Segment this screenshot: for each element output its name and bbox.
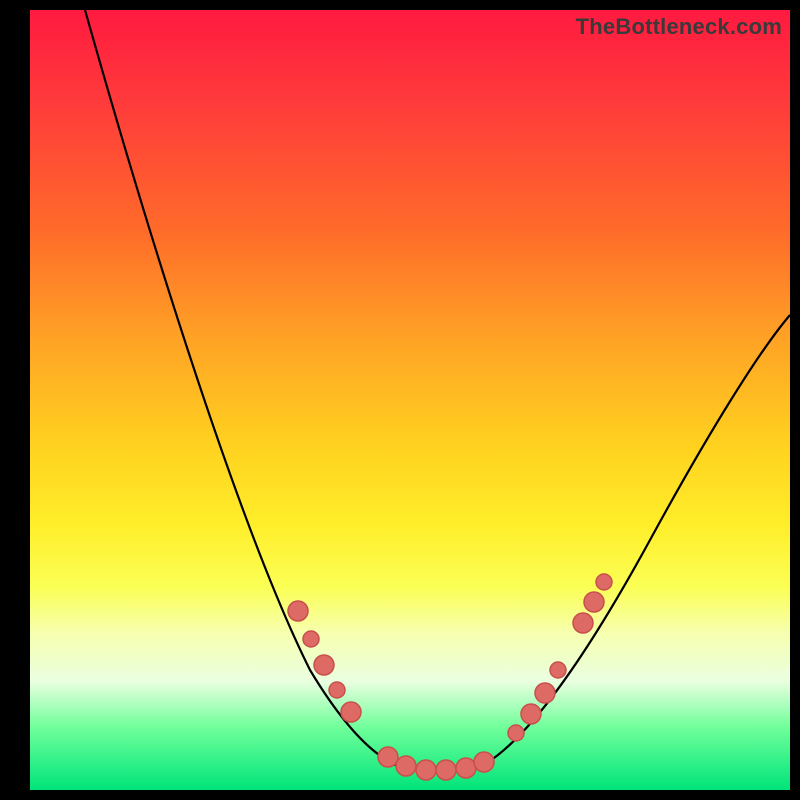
marker-dot — [573, 613, 593, 633]
marker-dot — [596, 574, 612, 590]
curve-left-curve — [85, 10, 400, 767]
marker-dot — [584, 592, 604, 612]
curve-group — [85, 10, 790, 771]
marker-dot — [329, 682, 345, 698]
marker-dot — [303, 631, 319, 647]
curves-svg — [30, 10, 790, 790]
marker-dot — [341, 702, 361, 722]
marker-dot — [508, 725, 524, 741]
marker-dot — [396, 756, 416, 776]
marker-group — [288, 574, 612, 780]
marker-dot — [535, 683, 555, 703]
marker-dot — [288, 601, 308, 621]
plot-area: TheBottleneck.com — [30, 10, 790, 790]
marker-dot — [550, 662, 566, 678]
marker-dot — [416, 760, 436, 780]
chart-frame: TheBottleneck.com — [0, 0, 800, 800]
marker-dot — [314, 655, 334, 675]
marker-dot — [456, 758, 476, 778]
marker-dot — [436, 760, 456, 780]
curve-right-curve — [480, 315, 790, 767]
marker-dot — [521, 704, 541, 724]
marker-dot — [474, 752, 494, 772]
marker-dot — [378, 747, 398, 767]
